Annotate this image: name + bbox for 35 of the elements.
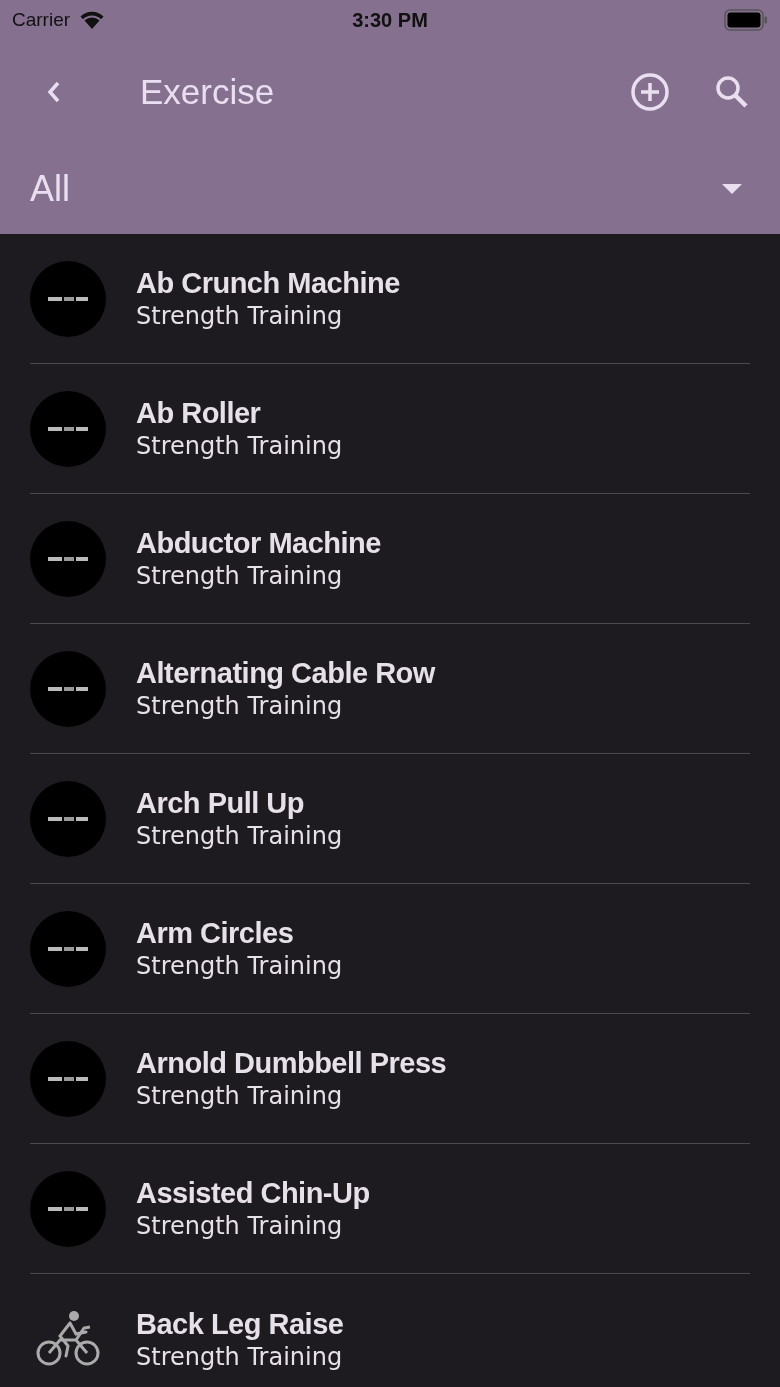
exercise-name: Abductor Machine (136, 527, 381, 560)
exercise-category: Strength Training (136, 822, 343, 850)
battery-icon (724, 9, 768, 31)
exercise-category: Strength Training (136, 302, 344, 330)
exercise-item[interactable]: Arm Circles Strength Training (30, 884, 750, 1014)
exercise-item[interactable]: Abductor Machine Strength Training (30, 494, 750, 624)
carrier-label: Carrier (12, 9, 71, 31)
dropdown-caret-icon (722, 184, 742, 194)
exercise-item[interactable]: Alternating Cable Row Strength Training (30, 624, 750, 754)
exercise-name: Arnold Dumbbell Press (136, 1047, 447, 1080)
page-title: Exercise (140, 72, 276, 112)
exercise-category: Strength Training (136, 1082, 344, 1110)
exercise-name: Alternating Cable Row (136, 657, 435, 690)
exercise-item[interactable]: Back Leg Raise Strength Training (30, 1274, 750, 1387)
exercise-category: Strength Training (136, 692, 344, 720)
exercise-category: Strength Training (136, 952, 343, 980)
clock-label: 3:30 PM (352, 8, 428, 32)
cyclist-icon (36, 1310, 100, 1368)
search-icon (714, 74, 750, 110)
exercise-item[interactable]: Arnold Dumbbell Press Strength Training (30, 1014, 750, 1144)
exercise-category: Strength Training (136, 1212, 344, 1240)
exercise-name: Ab Roller (136, 397, 262, 430)
exercise-item[interactable]: Ab Crunch Machine Strength Training (30, 234, 750, 364)
exercise-name: Arm Circles (136, 917, 295, 950)
exercise-item[interactable]: Assisted Chin-Up Strength Training (30, 1144, 750, 1274)
exercise-name: Ab Crunch Machine (136, 267, 400, 300)
exercise-name: Arch Pull Up (136, 787, 305, 820)
add-icon (630, 72, 670, 112)
exercise-name: Back Leg Raise (136, 1307, 344, 1341)
exercise-name: Assisted Chin-Up (136, 1177, 370, 1210)
exercise-item[interactable]: Ab Roller Strength Training (30, 364, 750, 494)
exercise-category: Strength Training (136, 432, 343, 460)
exercise-category: Strength Training (136, 562, 344, 590)
exercise-category: Strength Training (136, 1342, 344, 1371)
exercise-item[interactable]: Arch Pull Up Strength Training (30, 754, 750, 884)
